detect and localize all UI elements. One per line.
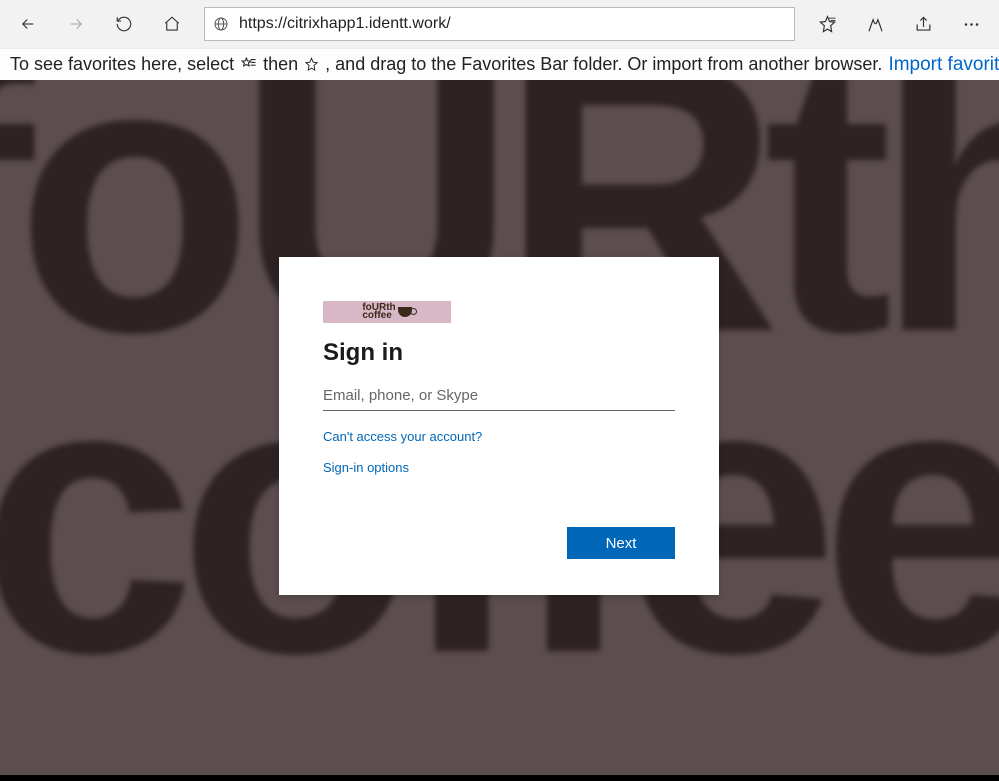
site-info-icon[interactable] (213, 16, 229, 32)
favorites-star-list-icon (240, 56, 257, 73)
page-viewport: foURth coffee foURthcoffee Sign in Can't… (0, 80, 999, 781)
home-button[interactable] (148, 0, 196, 48)
signin-card: foURthcoffee Sign in Can't access your a… (279, 257, 719, 595)
bottom-border (0, 775, 999, 781)
favorites-hint-text-3: , and drag to the Favorites Bar folder. … (325, 54, 882, 75)
signin-options-link[interactable]: Sign-in options (323, 460, 409, 475)
toolbar-right-tools (803, 0, 995, 48)
brand-logo: foURthcoffee (323, 301, 451, 323)
back-button[interactable] (4, 0, 52, 48)
browser-toolbar (0, 0, 999, 48)
signin-title: Sign in (323, 339, 675, 367)
identity-input[interactable] (323, 381, 675, 411)
favorites-star-icon (304, 57, 319, 72)
forward-button[interactable] (52, 0, 100, 48)
favorites-button[interactable] (803, 0, 851, 48)
refresh-button[interactable] (100, 0, 148, 48)
next-button[interactable]: Next (567, 527, 675, 559)
share-button[interactable] (899, 0, 947, 48)
more-button[interactable] (947, 0, 995, 48)
favorites-hint-bar: To see favorites here, select then , and… (0, 48, 999, 80)
address-bar[interactable] (204, 7, 795, 41)
import-favorites-link[interactable]: Import favorites (888, 54, 999, 76)
reading-list-button[interactable] (851, 0, 899, 48)
cant-access-link[interactable]: Can't access your account? (323, 429, 482, 444)
url-input[interactable] (239, 15, 786, 33)
favorites-hint-text-2: then (263, 54, 298, 75)
favorites-hint-text-1: To see favorites here, select (10, 54, 234, 75)
